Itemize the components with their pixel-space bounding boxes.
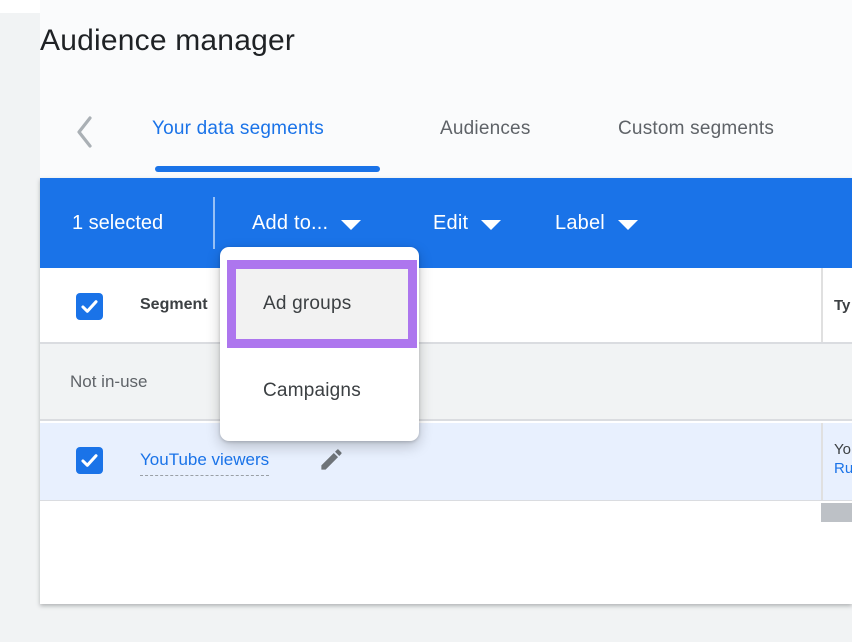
menu-item-ad-groups[interactable]: Ad groups: [263, 269, 351, 339]
annotation-highlight-box: Ad groups: [227, 260, 417, 348]
type-column-header[interactable]: Ty: [834, 268, 850, 342]
tab-audiences[interactable]: Audiences: [440, 118, 531, 140]
table-header-row: Segment Ty: [40, 268, 852, 344]
table-row-youtube-viewers[interactable]: YouTube viewers Yo Ru: [40, 423, 852, 501]
edit-button-label: Edit: [433, 212, 468, 235]
segment-column-header[interactable]: Segment: [140, 268, 208, 342]
chevron-down-icon: [341, 220, 361, 230]
chevron-down-icon: [481, 220, 501, 230]
type-text-line2: Ru: [834, 459, 852, 478]
checkmark-icon: [79, 450, 100, 471]
add-to-button-label: Add to...: [252, 212, 328, 235]
chevron-down-icon: [618, 220, 638, 230]
action-bar-divider: [213, 197, 215, 249]
selection-action-bar: 1 selected Add to... Edit Label: [40, 178, 852, 268]
tab-your-data-segments[interactable]: Your data segments: [152, 118, 324, 140]
edit-button[interactable]: Edit: [433, 178, 501, 268]
label-button[interactable]: Label: [555, 178, 638, 268]
section-row-not-in-use: Not in-use: [40, 344, 852, 421]
type-cell-container: Yo Ru: [821, 423, 852, 500]
active-tab-indicator: [155, 166, 380, 172]
checkmark-icon: [79, 296, 100, 317]
page-title: Audience manager: [40, 24, 295, 58]
select-all-checkbox[interactable]: [76, 293, 103, 320]
tab-scroll-left-button[interactable]: [72, 112, 98, 152]
selected-count: 1 selected: [72, 178, 163, 268]
label-button-label: Label: [555, 212, 605, 235]
row-checkbox[interactable]: [76, 447, 103, 474]
type-text-line1: Yo: [834, 440, 852, 459]
type-column: Ty: [821, 268, 852, 342]
horizontal-scrollbar-thumb[interactable]: [821, 503, 852, 522]
tab-custom-segments[interactable]: Custom segments: [618, 118, 774, 140]
segment-name-link[interactable]: YouTube viewers: [140, 450, 269, 476]
add-to-dropdown-menu: Ad groups Campaigns: [220, 247, 419, 441]
type-cell: Yo Ru: [834, 440, 852, 478]
menu-item-campaigns[interactable]: Campaigns: [263, 348, 419, 434]
segments-table-card: 1 selected Add to... Edit Label Segment …: [40, 178, 852, 604]
page-header: Audience manager Your data segments Audi…: [40, 0, 852, 178]
pencil-icon: [318, 446, 345, 473]
edit-segment-button[interactable]: [318, 446, 345, 473]
chevron-left-icon: [72, 112, 98, 152]
section-label: Not in-use: [70, 344, 147, 419]
